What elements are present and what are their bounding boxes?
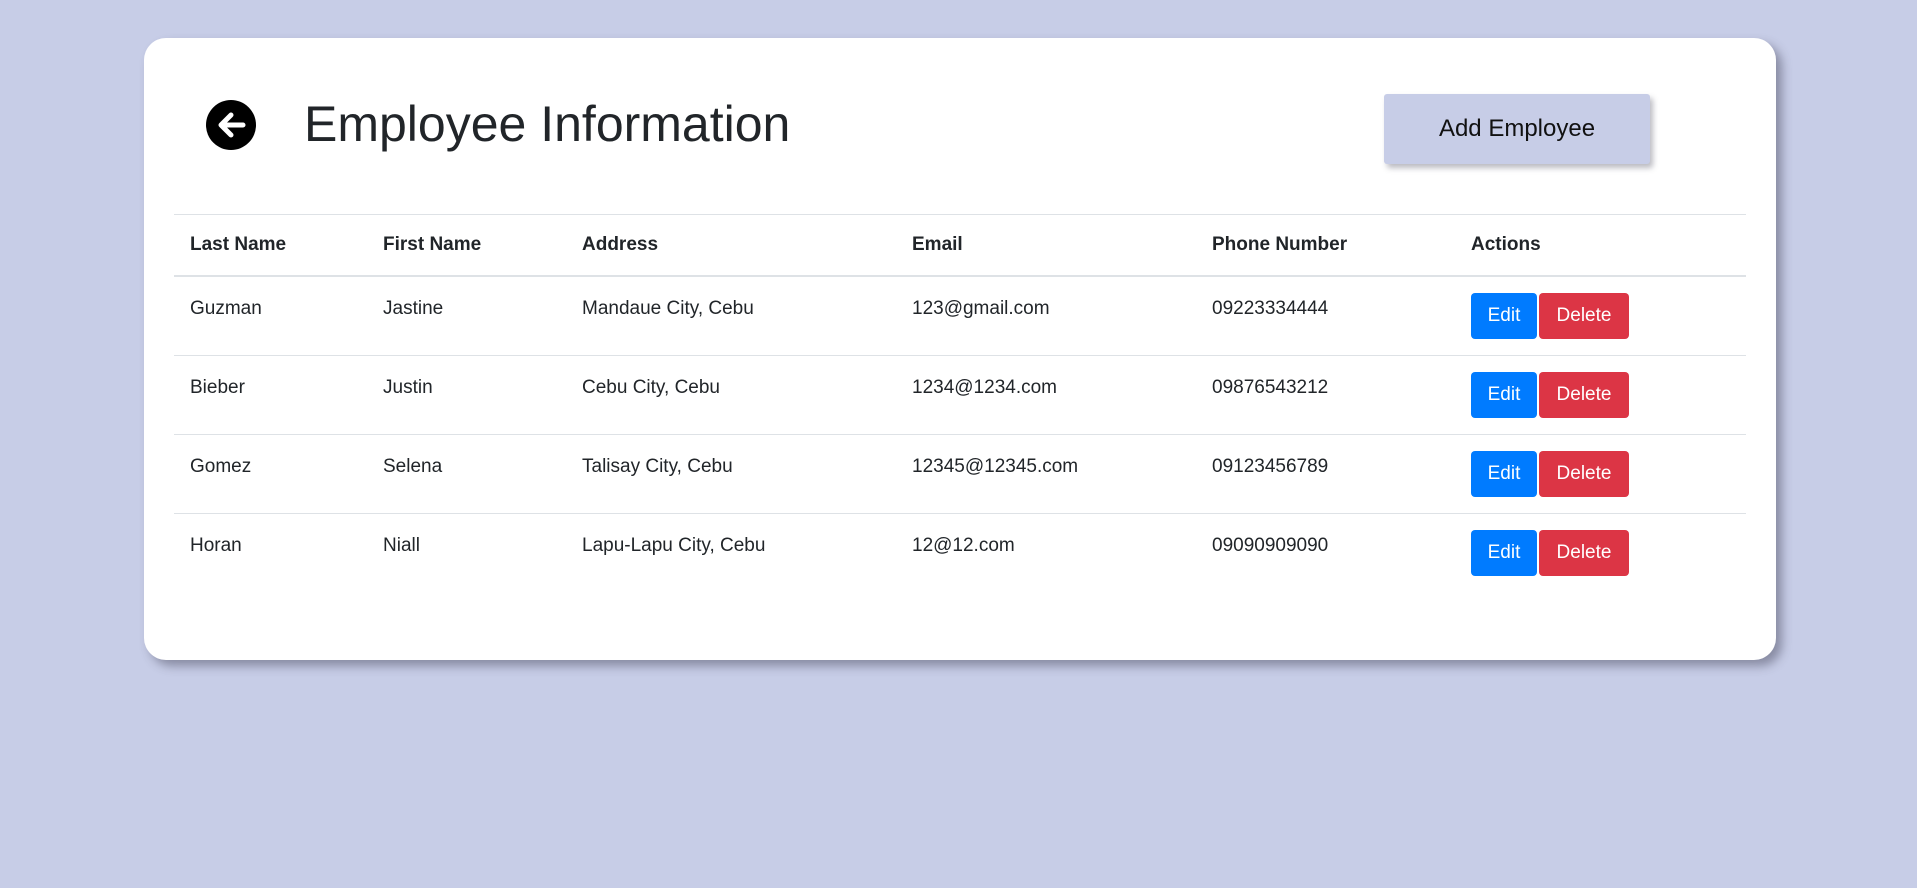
delete-button[interactable]: Delete bbox=[1539, 293, 1629, 339]
cell-phone: 09090909090 bbox=[1196, 514, 1455, 593]
cell-phone: 09123456789 bbox=[1196, 434, 1455, 514]
cell-phone: 09223334444 bbox=[1196, 276, 1455, 356]
cell-address: Lapu-Lapu City, Cebu bbox=[566, 514, 896, 593]
phone-text: 09223334444 bbox=[1212, 298, 1329, 319]
header-first-name: First Name bbox=[367, 214, 566, 277]
last-name-text: Horan bbox=[190, 535, 242, 556]
cell-actions: Edit Delete bbox=[1455, 355, 1746, 435]
address-text: Lapu-Lapu City, Cebu bbox=[582, 535, 766, 556]
edit-button[interactable]: Edit bbox=[1471, 451, 1537, 497]
cell-address: Cebu City, Cebu bbox=[566, 355, 896, 435]
delete-button[interactable]: Delete bbox=[1539, 372, 1629, 418]
cell-last-name: Guzman bbox=[174, 276, 367, 356]
header-actions: Actions bbox=[1455, 214, 1746, 277]
first-name-text: Jastine bbox=[383, 298, 444, 319]
phone-text: 09123456789 bbox=[1212, 456, 1329, 477]
table-row: Gomez Selena Talisay City, Cebu 12345@12… bbox=[174, 434, 1746, 514]
edit-button[interactable]: Edit bbox=[1471, 293, 1537, 339]
address-text: Cebu City, Cebu bbox=[582, 377, 720, 398]
header-last-name: Last Name bbox=[174, 214, 367, 277]
email-text: 123@gmail.com bbox=[912, 298, 1050, 319]
header-address: Address bbox=[566, 214, 896, 277]
cell-actions: Edit Delete bbox=[1455, 514, 1746, 593]
email-text: 1234@1234.com bbox=[912, 377, 1057, 398]
employee-table: Last Name First Name Address Email Phone… bbox=[174, 214, 1746, 592]
table-row: Guzman Jastine Mandaue City, Cebu 123@gm… bbox=[174, 276, 1746, 356]
cell-first-name: Justin bbox=[367, 355, 566, 435]
arrow-left-icon bbox=[218, 112, 246, 138]
table-row: Bieber Justin Cebu City, Cebu 1234@1234.… bbox=[174, 355, 1746, 435]
last-name-text: Gomez bbox=[190, 456, 252, 477]
cell-last-name: Horan bbox=[174, 514, 367, 593]
table-row: Horan Niall Lapu-Lapu City, Cebu 12@12.c… bbox=[174, 514, 1746, 593]
header-email: Email bbox=[896, 214, 1196, 277]
last-name-text: Guzman bbox=[190, 298, 262, 319]
first-name-text: Justin bbox=[383, 377, 433, 398]
employee-table-container: Last Name First Name Address Email Phone… bbox=[174, 214, 1746, 592]
edit-button[interactable]: Edit bbox=[1471, 372, 1537, 418]
table-header-row: Last Name First Name Address Email Phone… bbox=[174, 214, 1746, 277]
last-name-text: Bieber bbox=[190, 377, 245, 398]
employee-card: Employee Information Add Employee Last N… bbox=[144, 38, 1776, 660]
cell-email: 123@gmail.com bbox=[896, 276, 1196, 356]
cell-email: 1234@1234.com bbox=[896, 355, 1196, 435]
back-button[interactable] bbox=[206, 100, 256, 150]
address-text: Mandaue City, Cebu bbox=[582, 298, 754, 319]
delete-button[interactable]: Delete bbox=[1539, 530, 1629, 576]
first-name-text: Niall bbox=[383, 535, 420, 556]
cell-first-name: Jastine bbox=[367, 276, 566, 356]
delete-button[interactable]: Delete bbox=[1539, 451, 1629, 497]
cell-actions: Edit Delete bbox=[1455, 276, 1746, 356]
cell-phone: 09876543212 bbox=[1196, 355, 1455, 435]
cell-address: Talisay City, Cebu bbox=[566, 434, 896, 514]
phone-text: 09876543212 bbox=[1212, 377, 1329, 398]
cell-email: 12345@12345.com bbox=[896, 434, 1196, 514]
add-employee-button[interactable]: Add Employee bbox=[1384, 94, 1650, 164]
cell-email: 12@12.com bbox=[896, 514, 1196, 593]
email-text: 12@12.com bbox=[912, 535, 1015, 556]
cell-address: Mandaue City, Cebu bbox=[566, 276, 896, 356]
edit-button[interactable]: Edit bbox=[1471, 530, 1537, 576]
cell-first-name: Selena bbox=[367, 434, 566, 514]
email-text: 12345@12345.com bbox=[912, 456, 1079, 477]
header-phone-number: Phone Number bbox=[1196, 214, 1455, 277]
cell-first-name: Niall bbox=[367, 514, 566, 593]
page-title: Employee Information bbox=[304, 96, 791, 152]
cell-last-name: Bieber bbox=[174, 355, 367, 435]
cell-last-name: Gomez bbox=[174, 434, 367, 514]
address-text: Talisay City, Cebu bbox=[582, 456, 733, 477]
first-name-text: Selena bbox=[383, 456, 443, 477]
cell-actions: Edit Delete bbox=[1455, 434, 1746, 514]
phone-text: 09090909090 bbox=[1212, 535, 1329, 556]
